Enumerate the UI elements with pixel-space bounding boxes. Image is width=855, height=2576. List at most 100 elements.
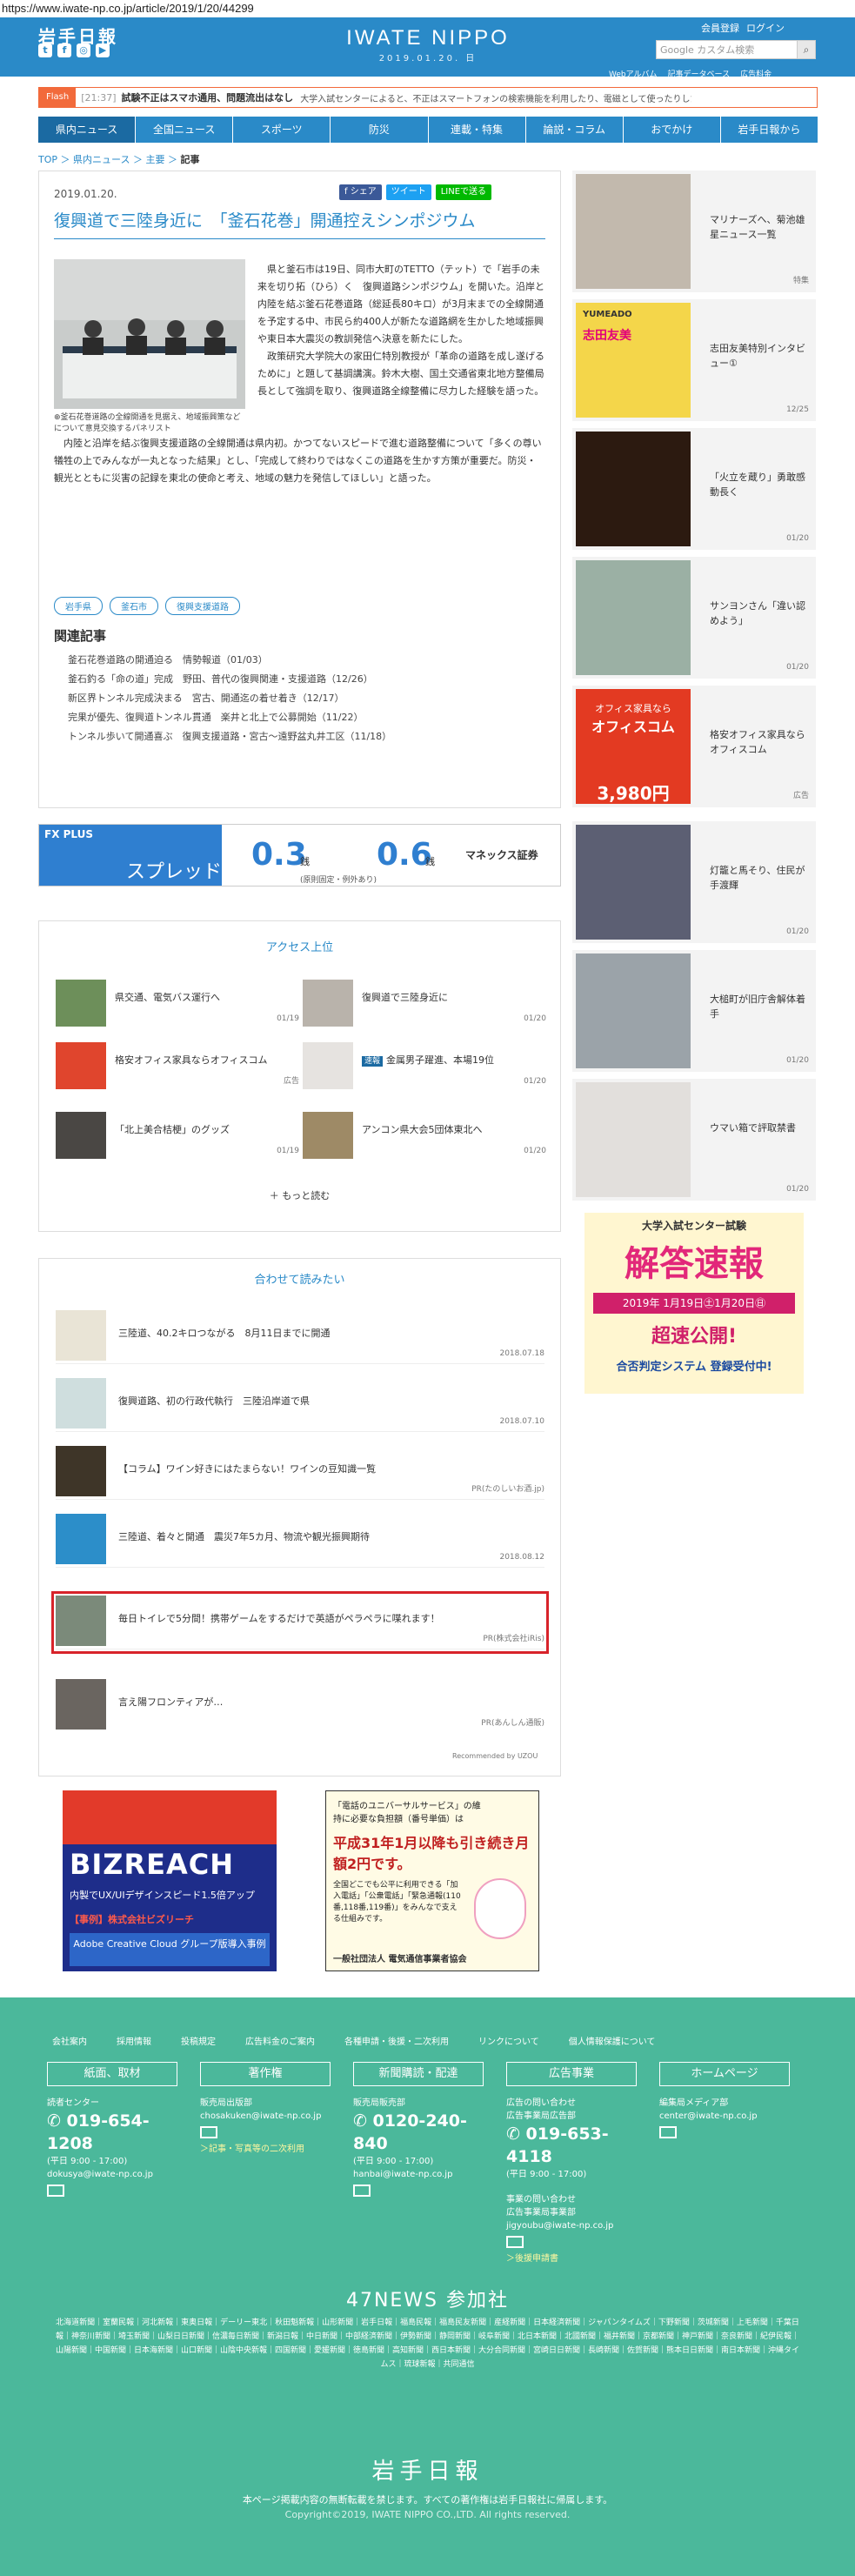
event-mail[interactable]: jigyoubu@iwate-np.co.jp — [506, 2219, 645, 2232]
47news-papers[interactable]: 北海道新聞｜室蘭民報｜河北新報｜東奥日報｜デーリー東北｜秋田魁新報｜山形新聞｜岩… — [52, 2316, 803, 2372]
fx-ad-banner[interactable]: FX PLUS スプレッド 0.3 銭 0.6 銭 (原則固定・例外あり) マネ… — [38, 824, 561, 887]
mail-icon[interactable] — [659, 2126, 677, 2138]
footer-link[interactable]: リンクについて — [478, 2034, 539, 2047]
more-button[interactable]: ＋ もっと読む — [38, 1188, 561, 1202]
ranking-item[interactable]: 格安オフィス家具ならオフィスコム 広告 — [56, 1042, 299, 1089]
flash-headline[interactable]: 試験不正はスマホ通用、問題流出はなし — [122, 90, 294, 104]
iwate-nippo-logo[interactable]: IWATE NIPPO — [341, 26, 515, 50]
sales-tel[interactable]: ✆ 0120-240-840 — [353, 2110, 492, 2155]
mail-icon[interactable] — [506, 2236, 524, 2248]
phone-icon: ✆ — [47, 2111, 61, 2131]
reader-center-mail[interactable]: dokusya@iwate-np.co.jp — [47, 2168, 186, 2181]
web-album-link[interactable]: Webアルバム — [609, 68, 658, 79]
nav-disaster[interactable]: 防災 — [331, 117, 429, 143]
tag-iwate[interactable]: 岩手県 — [54, 597, 103, 615]
twitter-icon[interactable]: t — [38, 43, 52, 57]
sales-mail[interactable]: hanbai@iwate-np.co.jp — [353, 2168, 492, 2181]
footer-box-editorial[interactable]: 紙面、取材 — [47, 2062, 177, 2086]
secondary-use-link[interactable]: ＞記事・写真等の二次利用 — [200, 2143, 339, 2156]
nav-outing[interactable]: おでかけ — [623, 117, 721, 143]
reader-center-tel[interactable]: ✆ 019-654-1208 — [47, 2110, 186, 2155]
line-share-button[interactable]: LINEで送る — [435, 184, 492, 200]
related-item[interactable]: 釜石釣る「命の道」完成 野田、普代の復興関連・支援道路（12/26） — [68, 670, 391, 689]
nav-series[interactable]: 連載・特集 — [428, 117, 526, 143]
center-ad-l1: 大学入試センター試験 — [641, 1220, 746, 1232]
ranking-item[interactable]: 速報 金属男子躍進、本場19位 01/20 — [303, 1042, 546, 1089]
footer-link[interactable]: 各種申請・後援・二次利用 — [344, 2034, 449, 2047]
recommend-item[interactable]: 復興道路、初の行政代執行 三陸沿岸道で県 2018.07.10 — [56, 1378, 544, 1432]
recommend-item[interactable]: 三陸道、着々と開通 震災7年5カ月、物流や観光振興期待 2018.08.12 — [56, 1514, 544, 1568]
footer-box-advertising[interactable]: 広告事業 — [506, 2062, 637, 2086]
breadcrumb-main[interactable]: 主要 — [145, 154, 164, 165]
instagram-icon[interactable]: ◎ — [77, 43, 90, 57]
sidebar-item[interactable]: サンヨンさん「違い認めよう」 01/20 — [572, 557, 816, 679]
nav-national-news[interactable]: 全国ニュース — [136, 117, 234, 143]
footer-col-5: 編集局メディア部 center@iwate-np.co.jp — [659, 2097, 798, 2143]
media-mail[interactable]: center@iwate-np.co.jp — [659, 2110, 798, 2123]
member-register-link[interactable]: 会員登録 — [701, 21, 739, 35]
related-item[interactable]: 完果が優先、復興道トンネル貫通 楽井と北上で公募開始（11/22） — [68, 708, 391, 727]
nav-from-nippo[interactable]: 岩手日報から — [720, 117, 818, 143]
ad-tel[interactable]: ✆ 019-653-4118 — [506, 2123, 645, 2168]
recommend-item-highlighted[interactable]: 毎日トイレで5分間！携帯ゲームをするだけで英語がペラペラに喋れます！ PR(株式… — [51, 1591, 549, 1654]
footer-link[interactable]: 採用情報 — [117, 2034, 151, 2047]
ad-rates-link[interactable]: 広告料金 — [740, 68, 772, 79]
facebook-share-button[interactable]: f シェア — [339, 184, 382, 200]
search-icon[interactable]: ⌕ — [797, 40, 816, 59]
recommend-item[interactable]: 【コラム】ワイン好きにはたまらない！ワインの豆知識一覧 PR(たのしいお酒.jp… — [56, 1446, 544, 1500]
article-photo[interactable] — [54, 259, 245, 409]
recommend-item[interactable]: 三陸道、40.2キロつながる 8月11日までに開通 2018.07.18 — [56, 1310, 544, 1364]
copyright-mail[interactable]: chosakuken@iwate-np.co.jp — [200, 2110, 339, 2123]
sidebar-date: 広告 — [792, 792, 809, 800]
related-item[interactable]: 新区界トンネル完成決まる 宮古、開通迄の着せ着き（12/17） — [68, 689, 391, 708]
sidebar-item[interactable]: オフィス家具なら オフィスコム 3,980円 格安オフィス家具ならオフィスコム 広告 — [572, 686, 816, 807]
search-input[interactable]: Google カスタム検索 — [656, 40, 816, 59]
facebook-icon[interactable]: f — [57, 43, 71, 57]
breadcrumb-local[interactable]: 県内ニュース — [73, 154, 130, 165]
main-nav: 県内ニュース 全国ニュース スポーツ 防災 連載・特集 論説・コラム おでかけ … — [38, 117, 818, 143]
sidebar-item[interactable]: ウマい箱で評取禁書 01/20 — [572, 1079, 816, 1201]
youtube-icon[interactable]: ▶ — [96, 43, 110, 57]
sidebar-item[interactable]: YUMEADO 志田友美 志田友美特別インタビュー① 12/25 — [572, 299, 816, 421]
ranking-item[interactable]: 県交通、電気バス運行へ 01/19 — [56, 980, 299, 1027]
center-exam-ad[interactable]: 大学入試センター試験 解答速報 2019年 1月19日㊏1月20日㊐ 超速公開!… — [584, 1213, 804, 1394]
ranking-item[interactable]: 「北上美合桔梗」のグッズ 01/19 — [56, 1112, 299, 1159]
footer-link[interactable]: 広告料金のご案内 — [245, 2034, 315, 2047]
recommend-item[interactable]: 言え陽フロンティアが… PR(あんしん通販) — [56, 1679, 544, 1733]
mail-icon[interactable] — [353, 2185, 371, 2197]
support-application-link[interactable]: ＞後援申請書 — [506, 2252, 645, 2265]
recommend-thumb — [56, 1310, 106, 1361]
related-item[interactable]: 釜石花巻道路の開通迫る 情勢報道（01/03） — [68, 651, 391, 670]
nav-local-news[interactable]: 県内ニュース — [38, 117, 137, 143]
related-item[interactable]: トンネル歩いて開通喜ぶ 復興支援道路・宮古～遠野盆丸井工区（11/18） — [68, 727, 391, 746]
sidebar-item[interactable]: マリナーズへ、菊池雄星ニュース一覧 特集 — [572, 171, 816, 292]
sidebar-item[interactable]: 灯籠と馬そり、住民が手渡輝 01/20 — [572, 821, 816, 943]
tag-fukko-road[interactable]: 復興支援道路 — [165, 597, 240, 615]
database-link[interactable]: 記事データベース — [668, 68, 731, 79]
ranking-item[interactable]: アンコン県大会5団体東北へ 01/20 — [303, 1112, 546, 1159]
footer-logo[interactable]: 岩手日報 — [0, 2453, 855, 2486]
bizreach-ad[interactable]: BIZREACH 内製でUX/UIデザインスピード1.5倍アップ 【事例】株式会… — [63, 1790, 277, 1971]
flash-news-bar[interactable]: Flash [21:37] 試験不正はスマホ通用、問題流出はなし 大学入試センタ… — [38, 87, 818, 108]
login-link[interactable]: ログイン — [746, 21, 785, 35]
phone-service-ad[interactable]: 「電話のユニバーサルサービス」の維持に必要な負担額（番号単価）は 平成31年1月… — [325, 1790, 539, 1971]
mail-icon[interactable] — [200, 2126, 217, 2138]
footer-link[interactable]: 投稿規定 — [181, 2034, 216, 2047]
tag-kamaishi[interactable]: 釜石市 — [110, 597, 158, 615]
sidebar-title: 志田友美特別インタビュー① — [710, 343, 805, 369]
footer-link[interactable]: 会社案内 — [52, 2034, 87, 2047]
nav-column[interactable]: 論説・コラム — [525, 117, 624, 143]
sidebar-item[interactable]: 「火立を蔵り」勇敢感動長く 01/20 — [572, 428, 816, 550]
twitter-share-button[interactable]: ツイート — [385, 184, 431, 200]
footer-link[interactable]: 個人情報保護について — [569, 2034, 656, 2047]
nav-sports[interactable]: スポーツ — [233, 117, 331, 143]
mail-icon[interactable] — [47, 2185, 64, 2197]
footer-box-subscription[interactable]: 新聞購読・配達 — [353, 2062, 484, 2086]
footer-box-copyright[interactable]: 著作権 — [200, 2062, 331, 2086]
url-bar[interactable]: https://www.iwate-np.co.jp/article/2019/… — [0, 0, 855, 17]
footer-box-homepage[interactable]: ホームページ — [659, 2062, 790, 2086]
sidebar-item[interactable]: 大槌町が旧庁舎解体着手 01/20 — [572, 950, 816, 1072]
breadcrumb-top[interactable]: TOP — [38, 154, 57, 165]
zoom-icon[interactable]: ⊕ — [54, 413, 61, 422]
ranking-item[interactable]: 復興道で三陸身近に 01/20 — [303, 980, 546, 1027]
